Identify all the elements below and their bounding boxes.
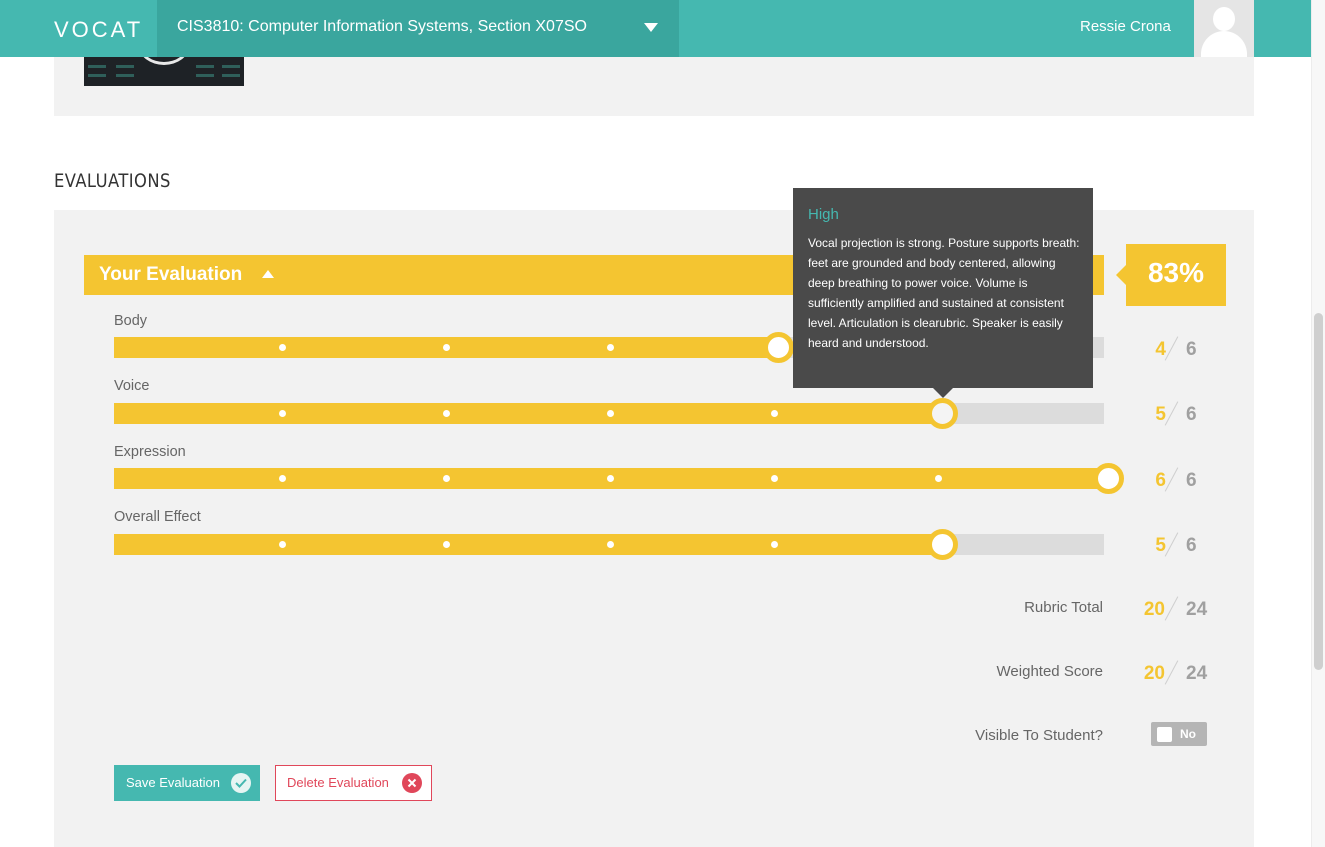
toggle-state: No: [1180, 727, 1196, 741]
percent-value: 83%: [1147, 257, 1205, 288]
slider-handle[interactable]: [762, 332, 794, 363]
play-icon: [139, 57, 189, 65]
slider-tick: [770, 475, 778, 482]
slider-tick: [606, 344, 614, 351]
slider-tick: [606, 475, 614, 482]
slider-tick: [278, 344, 286, 351]
video-thumbnail[interactable]: [84, 57, 244, 86]
percent-badge: 83%: [1126, 244, 1226, 306]
score-max: 6: [1186, 339, 1197, 360]
visible-to-student-label: Visible To Student?: [975, 727, 1103, 744]
score-value: 20: [1143, 663, 1165, 684]
top-navbar: VOCAT CIS3810: Computer Information Syst…: [0, 0, 1311, 57]
slider-overall-effect[interactable]: [114, 529, 1104, 560]
scrollbar-thumb[interactable]: [1314, 313, 1323, 670]
tooltip-body: Vocal projection is strong. Posture supp…: [808, 236, 1080, 350]
score-max: 24: [1186, 599, 1208, 620]
delete-evaluation-button[interactable]: Delete Evaluation: [275, 765, 432, 801]
section-title: EVALUATIONS: [54, 170, 171, 192]
slider-tick: [442, 344, 450, 351]
score-value: 6: [1155, 470, 1166, 491]
score-max: 6: [1186, 404, 1197, 425]
tooltip-title: High: [808, 206, 839, 223]
slider-tick: [442, 475, 450, 482]
collapse-caret-icon: [262, 270, 274, 278]
slider-tick: [934, 475, 942, 482]
slider-tick: [278, 475, 286, 482]
toggle-knob: [1157, 727, 1172, 742]
score-value: 5: [1155, 535, 1166, 556]
slider-tick: [442, 410, 450, 417]
score-value: 5: [1155, 404, 1166, 425]
tooltip-pointer: [933, 388, 953, 398]
chevron-down-icon: [644, 23, 658, 32]
slider-tick: [770, 410, 778, 417]
check-icon: [231, 773, 251, 793]
score-body: 4 6: [1142, 335, 1222, 363]
slider-fill: [114, 403, 939, 424]
score-expression: 6 6: [1142, 466, 1222, 494]
slider-voice[interactable]: [114, 398, 1104, 429]
row-label-voice: Voice: [114, 378, 150, 394]
vocat-logo[interactable]: VOCAT: [54, 17, 143, 43]
slider-tick: [606, 541, 614, 548]
rubric-total-score: 20 24: [1142, 595, 1222, 623]
row-label-body: Body: [114, 313, 148, 329]
rubric-total-label: Rubric Total: [1024, 599, 1103, 616]
user-silhouette-icon: [1213, 7, 1235, 31]
submission-panel: [54, 57, 1254, 116]
weighted-score: 20 24: [1142, 659, 1222, 687]
save-button-label: Save Evaluation: [126, 775, 220, 790]
slider-fill: [114, 534, 939, 555]
score-value: 20: [1143, 599, 1165, 620]
slider-tick: [278, 541, 286, 548]
percent-pointer: [1116, 265, 1126, 285]
slider-expression[interactable]: [114, 463, 1124, 494]
weighted-score-label: Weighted Score: [996, 663, 1103, 680]
course-name: CIS3810: Computer Information Systems, S…: [177, 18, 587, 35]
save-evaluation-button[interactable]: Save Evaluation: [114, 765, 260, 801]
score-value: 4: [1155, 339, 1166, 360]
rubric-tooltip: High Vocal projection is strong. Posture…: [793, 188, 1093, 388]
score-max: 24: [1186, 663, 1208, 684]
slider-tick: [278, 410, 286, 417]
delete-button-label: Delete Evaluation: [287, 775, 389, 790]
slider-tick: [770, 541, 778, 548]
user-name[interactable]: Ressie Crona: [1080, 18, 1171, 35]
slider-tick: [442, 541, 450, 548]
row-label-overall-effect: Overall Effect: [114, 509, 201, 525]
score-voice: 5 6: [1142, 400, 1222, 428]
avatar[interactable]: [1194, 0, 1254, 57]
row-label-expression: Expression: [114, 444, 186, 460]
course-selector[interactable]: CIS3810: Computer Information Systems, S…: [157, 0, 679, 57]
visible-to-student-toggle[interactable]: No: [1151, 722, 1207, 746]
score-max: 6: [1186, 535, 1197, 556]
score-max: 6: [1186, 470, 1197, 491]
evaluation-title: Your Evaluation: [99, 264, 243, 285]
slider-tick: [606, 410, 614, 417]
slider-handle[interactable]: [1092, 463, 1124, 494]
score-overall-effect: 5 6: [1142, 531, 1222, 559]
close-icon: [402, 773, 422, 793]
